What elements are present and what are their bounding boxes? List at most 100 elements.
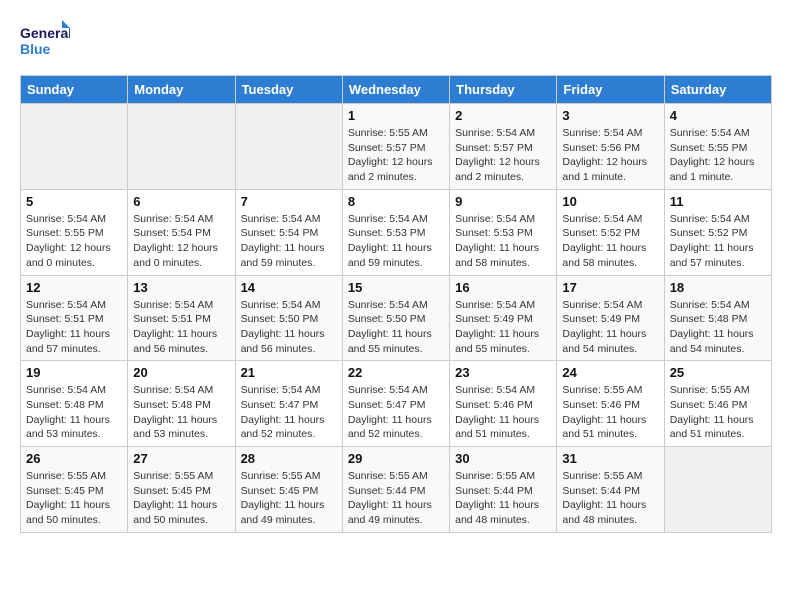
day-number: 6 xyxy=(133,194,229,209)
day-number: 16 xyxy=(455,280,551,295)
calendar-cell: 2 Sunrise: 5:54 AMSunset: 5:57 PMDaylight… xyxy=(450,104,557,190)
day-info: Sunrise: 5:54 AMSunset: 5:47 PMDaylight:… xyxy=(348,383,444,442)
calendar-table: SundayMondayTuesdayWednesdayThursdayFrid… xyxy=(20,75,772,533)
calendar-cell: 7 Sunrise: 5:54 AMSunset: 5:54 PMDaylight… xyxy=(235,189,342,275)
calendar-cell: 10Sunrise: 5:54 AMSunset: 5:52 PMDayligh… xyxy=(557,189,664,275)
day-info: Sunrise: 5:55 AMSunset: 5:44 PMDaylight:… xyxy=(348,469,444,528)
calendar-cell xyxy=(664,447,771,533)
day-number: 12 xyxy=(26,280,122,295)
day-number: 5 xyxy=(26,194,122,209)
calendar-cell: 9Sunrise: 5:54 AMSunset: 5:53 PMDaylight… xyxy=(450,189,557,275)
day-number: 29 xyxy=(348,451,444,466)
day-info: Sunrise: 5:54 AMSunset: 5:49 PMDaylight:… xyxy=(562,298,658,357)
calendar-cell: 31Sunrise: 5:55 AMSunset: 5:44 PMDayligh… xyxy=(557,447,664,533)
calendar-cell: 27 Sunrise: 5:55 AMSunset: 5:45 PMDayligh… xyxy=(128,447,235,533)
day-number: 17 xyxy=(562,280,658,295)
day-number: 26 xyxy=(26,451,122,466)
svg-text:Blue: Blue xyxy=(20,41,51,57)
calendar-cell: 13 Sunrise: 5:54 AMSunset: 5:51 PMDayligh… xyxy=(128,275,235,361)
calendar-cell: 8Sunrise: 5:54 AMSunset: 5:53 PMDaylight… xyxy=(342,189,449,275)
day-info: Sunrise: 5:54 AMSunset: 5:52 PMDaylight:… xyxy=(562,212,658,271)
weekday-header: Thursday xyxy=(450,76,557,104)
day-info: Sunrise: 5:55 AMSunset: 5:44 PMDaylight:… xyxy=(455,469,551,528)
day-number: 31 xyxy=(562,451,658,466)
day-number: 20 xyxy=(133,365,229,380)
day-number: 22 xyxy=(348,365,444,380)
day-info: Sunrise: 5:55 AMSunset: 5:45 PMDaylight:… xyxy=(241,469,337,528)
logo-svg: General Blue xyxy=(20,20,70,65)
day-info: Sunrise: 5:54 AMSunset: 5:55 PMDaylight:… xyxy=(26,212,122,271)
calendar-cell: 1 Sunrise: 5:55 AMSunset: 5:57 PMDaylight… xyxy=(342,104,449,190)
calendar-cell: 16 Sunrise: 5:54 AMSunset: 5:49 PMDayligh… xyxy=(450,275,557,361)
calendar-week-row: 5 Sunrise: 5:54 AMSunset: 5:55 PMDaylight… xyxy=(21,189,772,275)
calendar-cell xyxy=(128,104,235,190)
day-number: 24 xyxy=(562,365,658,380)
day-number: 27 xyxy=(133,451,229,466)
day-info: Sunrise: 5:55 AMSunset: 5:45 PMDaylight:… xyxy=(133,469,229,528)
day-number: 3 xyxy=(562,108,658,123)
calendar-cell: 4Sunrise: 5:54 AMSunset: 5:55 PMDaylight… xyxy=(664,104,771,190)
day-number: 7 xyxy=(241,194,337,209)
day-number: 25 xyxy=(670,365,766,380)
day-info: Sunrise: 5:54 AMSunset: 5:49 PMDaylight:… xyxy=(455,298,551,357)
day-info: Sunrise: 5:54 AMSunset: 5:48 PMDaylight:… xyxy=(670,298,766,357)
calendar-cell: 25 Sunrise: 5:55 AMSunset: 5:46 PMDayligh… xyxy=(664,361,771,447)
day-info: Sunrise: 5:55 AMSunset: 5:46 PMDaylight:… xyxy=(670,383,766,442)
day-info: Sunrise: 5:54 AMSunset: 5:51 PMDaylight:… xyxy=(26,298,122,357)
day-info: Sunrise: 5:54 AMSunset: 5:50 PMDaylight:… xyxy=(241,298,337,357)
calendar-cell: 24 Sunrise: 5:55 AMSunset: 5:46 PMDayligh… xyxy=(557,361,664,447)
calendar-cell: 14 Sunrise: 5:54 AMSunset: 5:50 PMDayligh… xyxy=(235,275,342,361)
calendar-cell: 6 Sunrise: 5:54 AMSunset: 5:54 PMDaylight… xyxy=(128,189,235,275)
weekday-header: Monday xyxy=(128,76,235,104)
calendar-cell: 18 Sunrise: 5:54 AMSunset: 5:48 PMDayligh… xyxy=(664,275,771,361)
calendar-cell: 26 Sunrise: 5:55 AMSunset: 5:45 PMDayligh… xyxy=(21,447,128,533)
day-number: 15 xyxy=(348,280,444,295)
day-info: Sunrise: 5:55 AMSunset: 5:46 PMDaylight:… xyxy=(562,383,658,442)
calendar-week-row: 12 Sunrise: 5:54 AMSunset: 5:51 PMDayligh… xyxy=(21,275,772,361)
weekday-header: Wednesday xyxy=(342,76,449,104)
page-header: General Blue xyxy=(20,20,772,65)
calendar-cell: 30 Sunrise: 5:55 AMSunset: 5:44 PMDayligh… xyxy=(450,447,557,533)
day-number: 28 xyxy=(241,451,337,466)
logo: General Blue xyxy=(20,20,70,65)
calendar-cell: 11 Sunrise: 5:54 AMSunset: 5:52 PMDayligh… xyxy=(664,189,771,275)
day-info: Sunrise: 5:54 AMSunset: 5:52 PMDaylight:… xyxy=(670,212,766,271)
day-number: 21 xyxy=(241,365,337,380)
calendar-cell: 29 Sunrise: 5:55 AMSunset: 5:44 PMDayligh… xyxy=(342,447,449,533)
calendar-cell: 3 Sunrise: 5:54 AMSunset: 5:56 PMDaylight… xyxy=(557,104,664,190)
day-info: Sunrise: 5:54 AMSunset: 5:57 PMDaylight:… xyxy=(455,126,551,185)
calendar-cell: 20 Sunrise: 5:54 AMSunset: 5:48 PMDayligh… xyxy=(128,361,235,447)
weekday-header: Tuesday xyxy=(235,76,342,104)
day-number: 11 xyxy=(670,194,766,209)
day-info: Sunrise: 5:54 AMSunset: 5:50 PMDaylight:… xyxy=(348,298,444,357)
day-info: Sunrise: 5:55 AMSunset: 5:57 PMDaylight:… xyxy=(348,126,444,185)
calendar-cell: 15 Sunrise: 5:54 AMSunset: 5:50 PMDayligh… xyxy=(342,275,449,361)
day-number: 30 xyxy=(455,451,551,466)
day-info: Sunrise: 5:54 AMSunset: 5:53 PMDaylight:… xyxy=(455,212,551,271)
day-info: Sunrise: 5:54 AMSunset: 5:54 PMDaylight:… xyxy=(241,212,337,271)
day-info: Sunrise: 5:54 AMSunset: 5:48 PMDaylight:… xyxy=(133,383,229,442)
day-info: Sunrise: 5:54 AMSunset: 5:55 PMDaylight:… xyxy=(670,126,766,185)
day-info: Sunrise: 5:54 AMSunset: 5:51 PMDaylight:… xyxy=(133,298,229,357)
weekday-header: Sunday xyxy=(21,76,128,104)
day-number: 18 xyxy=(670,280,766,295)
calendar-cell: 22 Sunrise: 5:54 AMSunset: 5:47 PMDayligh… xyxy=(342,361,449,447)
calendar-cell: 12 Sunrise: 5:54 AMSunset: 5:51 PMDayligh… xyxy=(21,275,128,361)
calendar-cell: 19Sunrise: 5:54 AMSunset: 5:48 PMDayligh… xyxy=(21,361,128,447)
calendar-week-row: 1 Sunrise: 5:55 AMSunset: 5:57 PMDaylight… xyxy=(21,104,772,190)
calendar-cell xyxy=(21,104,128,190)
calendar-cell: 5 Sunrise: 5:54 AMSunset: 5:55 PMDaylight… xyxy=(21,189,128,275)
day-number: 1 xyxy=(348,108,444,123)
day-number: 14 xyxy=(241,280,337,295)
calendar-cell xyxy=(235,104,342,190)
day-info: Sunrise: 5:55 AMSunset: 5:45 PMDaylight:… xyxy=(26,469,122,528)
calendar-week-row: 26 Sunrise: 5:55 AMSunset: 5:45 PMDayligh… xyxy=(21,447,772,533)
day-info: Sunrise: 5:54 AMSunset: 5:47 PMDaylight:… xyxy=(241,383,337,442)
day-info: Sunrise: 5:54 AMSunset: 5:54 PMDaylight:… xyxy=(133,212,229,271)
weekday-header: Saturday xyxy=(664,76,771,104)
calendar-week-row: 19Sunrise: 5:54 AMSunset: 5:48 PMDayligh… xyxy=(21,361,772,447)
day-info: Sunrise: 5:54 AMSunset: 5:56 PMDaylight:… xyxy=(562,126,658,185)
calendar-cell: 17 Sunrise: 5:54 AMSunset: 5:49 PMDayligh… xyxy=(557,275,664,361)
day-number: 2 xyxy=(455,108,551,123)
day-number: 13 xyxy=(133,280,229,295)
